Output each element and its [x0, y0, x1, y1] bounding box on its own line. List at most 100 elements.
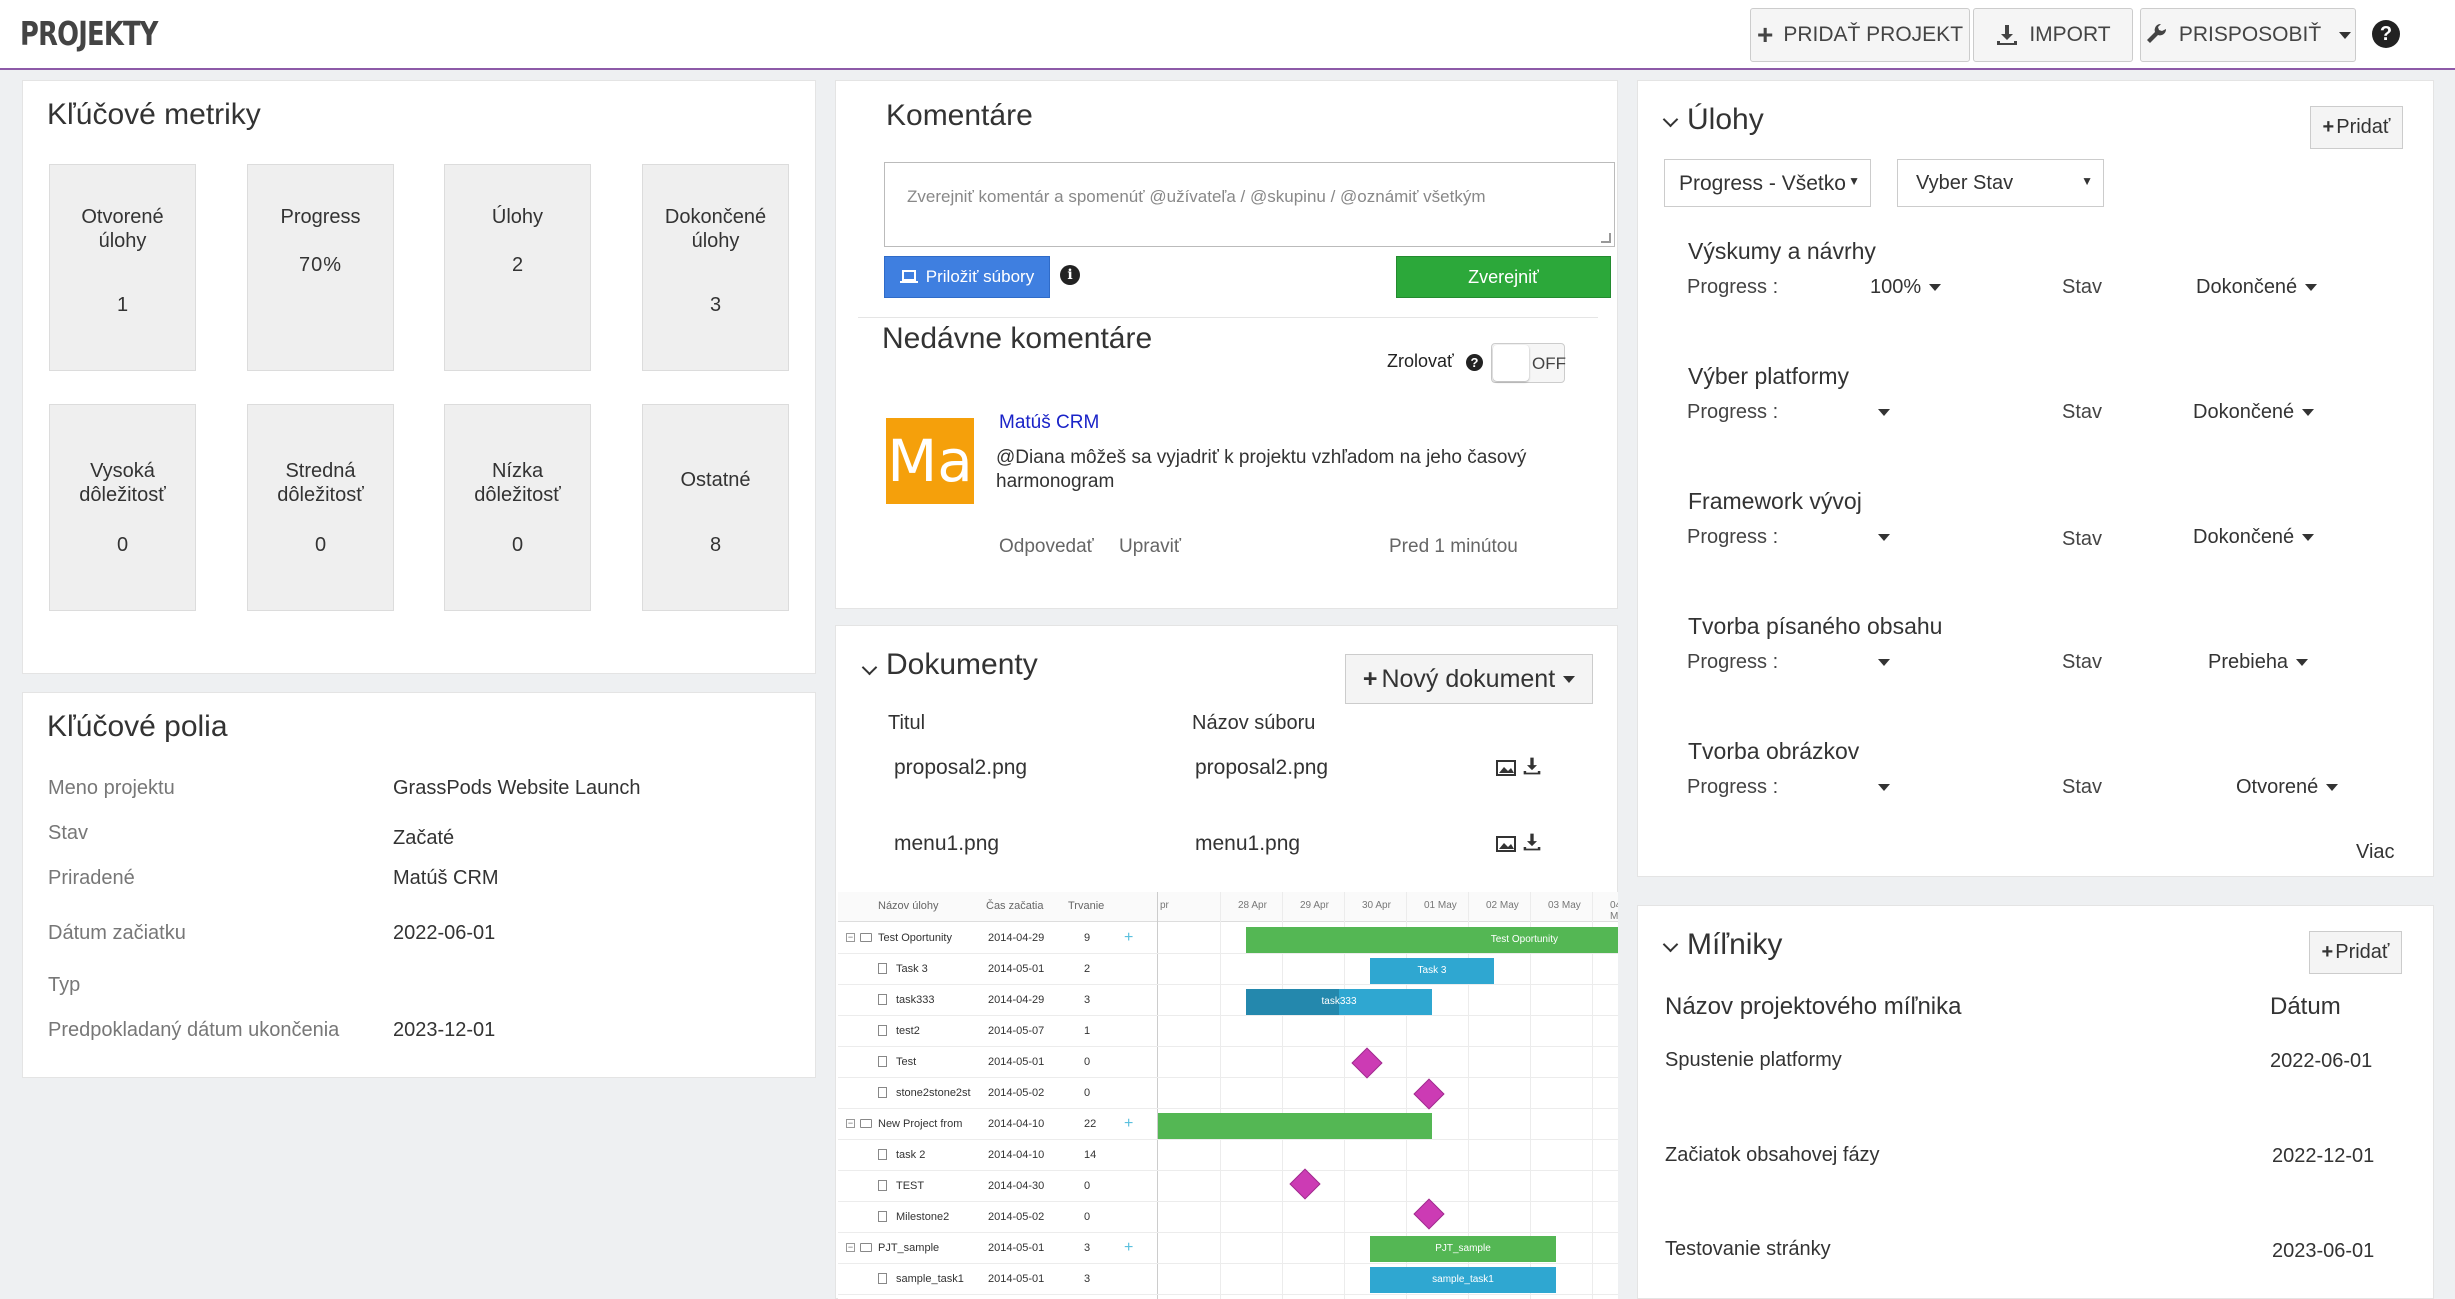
edit-link[interactable]: Upraviť — [1119, 536, 1181, 558]
gantt-bar[interactable] — [1158, 1113, 1432, 1139]
milestone-date: 2022-12-01 — [2272, 1145, 2375, 1167]
gantt-task-duration: 0 — [1084, 1211, 1091, 1223]
gantt-task-duration: 2 — [1084, 963, 1091, 975]
gantt-row[interactable]: − + Test Oportunity 2014-04-29 9 — [838, 923, 1158, 954]
gantt-task-start: 2014-05-02 — [988, 1211, 1045, 1223]
gantt-row[interactable]: sample_task1 2014-05-01 3 — [838, 1264, 1158, 1295]
gantt-row[interactable]: Milestone2 2014-05-02 0 — [838, 1202, 1158, 1233]
key-metrics-panel: Kľúčové metriky Otvorené úlohy 1 Progress 7… — [22, 80, 816, 674]
comment-input[interactable]: Zverejniť komentár a spomenúť @užívateľa… — [884, 162, 1615, 247]
comments-panel: Komentáre Zverejniť komentár a spomenúť … — [835, 80, 1618, 609]
gantt-row[interactable]: Task 3 2014-05-01 2 — [838, 954, 1158, 985]
add-project-button[interactable]: + PRIDAŤ PROJEKT — [1750, 8, 1970, 62]
chevron-down-icon[interactable] — [1662, 111, 1679, 128]
customize-button[interactable]: PRISPOSOBIŤ — [2140, 8, 2356, 62]
download-icon[interactable] — [1522, 756, 1542, 781]
download-icon[interactable] — [1522, 832, 1542, 857]
doc-file[interactable]: menu1.png — [1195, 832, 1300, 856]
add-subtask-icon[interactable]: + — [1124, 1239, 1133, 1257]
file-icon — [878, 1180, 887, 1191]
task-name[interactable]: Výber platformy — [1688, 363, 1849, 390]
collapse-toggle-icon[interactable]: − — [846, 933, 855, 942]
more-link[interactable]: Viac — [2356, 841, 2395, 864]
image-icon[interactable] — [1496, 759, 1516, 782]
add-subtask-icon[interactable]: + — [1124, 929, 1133, 947]
status-filter-select[interactable]: Vyber Stav ▼ — [1897, 159, 2104, 207]
metric-value: 70% — [298, 254, 343, 276]
milestone-name[interactable]: Testovanie stránky — [1665, 1238, 1831, 1261]
gantt-bar[interactable]: task333 — [1246, 989, 1432, 1015]
collapse-toggle-icon[interactable]: − — [846, 1243, 855, 1252]
plus-icon: + — [1362, 664, 1378, 693]
task-progress-select[interactable] — [1878, 526, 1968, 549]
gantt-milestone[interactable] — [1351, 1047, 1383, 1079]
task-name[interactable]: Framework vývoj — [1688, 488, 1862, 515]
attach-files-button[interactable]: Priložiť súbory — [884, 256, 1050, 298]
milestone-name[interactable]: Začiatok obsahovej fázy — [1665, 1144, 1880, 1167]
comments-title: Komentáre — [886, 99, 1033, 132]
gantt-row[interactable]: stone2stone2st 2014-05-02 0 — [838, 1078, 1158, 1109]
gantt-milestone[interactable] — [1289, 1168, 1321, 1200]
gantt-chart[interactable]: Názov úlohy Čas začatia Trvanie pr 28 Apr… — [838, 892, 1618, 1299]
gantt-bar[interactable]: PJT_sample — [1370, 1236, 1556, 1262]
chevron-down-icon[interactable] — [861, 659, 878, 676]
gantt-milestone[interactable] — [1413, 1078, 1445, 1110]
task-status-select[interactable]: Dokončené — [2196, 276, 2318, 299]
task-progress-label: Progress : — [1687, 776, 1779, 798]
help-icon[interactable]: ? — [2372, 20, 2400, 48]
gantt-row[interactable]: Test 2014-05-01 0 — [838, 1047, 1158, 1078]
gantt-row[interactable]: − + PJT_sample 2014-05-01 3 — [838, 1233, 1158, 1264]
gantt-bar[interactable]: Test Oportunity — [1246, 927, 1618, 953]
new-document-button[interactable]: + Nový dokument — [1345, 654, 1593, 704]
comment-author[interactable]: Matúš CRM — [999, 412, 1099, 434]
add-milestone-button[interactable]: + Pridať — [2309, 931, 2402, 974]
task-name[interactable]: Tvorba obrázkov — [1688, 738, 1859, 765]
doc-title[interactable]: proposal2.png — [894, 756, 1027, 780]
gantt-row[interactable]: task 2 2014-04-10 14 — [838, 1140, 1158, 1171]
task-progress-select[interactable] — [1878, 776, 1968, 799]
info-icon[interactable]: i — [1060, 265, 1080, 285]
task-progress-select[interactable] — [1878, 651, 1968, 674]
task-status-select[interactable]: Otvorené — [2236, 776, 2339, 799]
gantt-task-start: 2014-04-30 — [988, 1180, 1045, 1192]
gantt-row[interactable]: test2 2014-05-07 1 — [838, 1016, 1158, 1047]
image-icon[interactable] — [1496, 835, 1516, 858]
gantt-row[interactable]: task333 2014-04-29 3 — [838, 985, 1158, 1016]
gantt-row[interactable]: − + New Project from 2014-04-10 22 — [838, 1109, 1158, 1140]
task-status-select[interactable]: Prebieha — [2208, 651, 2309, 674]
download-icon — [1997, 25, 2018, 45]
doc-file[interactable]: proposal2.png — [1195, 756, 1328, 780]
add-subtask-icon[interactable]: + — [1124, 1115, 1133, 1133]
add-task-button[interactable]: + Pridať — [2310, 106, 2403, 149]
task-progress-select[interactable]: 100% — [1870, 276, 1960, 299]
reply-link[interactable]: Odpovedať — [999, 536, 1094, 558]
milestone-name[interactable]: Spustenie platformy — [1665, 1049, 1842, 1072]
gantt-bar[interactable]: Task 3 — [1370, 958, 1494, 984]
resize-handle[interactable] — [1601, 233, 1611, 243]
gantt-task-start: 2014-05-01 — [988, 1273, 1045, 1285]
publish-button[interactable]: Zverejniť — [1396, 256, 1611, 298]
chevron-down-icon — [1563, 675, 1576, 683]
import-button[interactable]: IMPORT — [1973, 8, 2133, 62]
gantt-row[interactable]: TEST 2014-04-30 0 — [838, 1171, 1158, 1202]
collapse-toggle[interactable]: OFF — [1491, 343, 1566, 383]
gantt-date-label: pr — [1160, 900, 1169, 911]
progress-filter-select[interactable]: Progress - Všetko ▼ — [1664, 159, 1871, 207]
gantt-bar[interactable]: sample_task1 — [1370, 1267, 1556, 1293]
task-status-select[interactable]: Dokončené — [2193, 526, 2315, 549]
task-status-select[interactable]: Dokončené — [2193, 401, 2315, 424]
task-progress-select[interactable] — [1878, 401, 1968, 424]
metric-value: 2 — [511, 254, 524, 276]
key-fields-title: Kľúčové polia — [47, 710, 228, 743]
collapse-toggle-icon[interactable]: − — [846, 1119, 855, 1128]
doc-title[interactable]: menu1.png — [894, 832, 999, 856]
wrench-icon — [2146, 23, 2166, 43]
gantt-task-name: task 2 — [896, 1149, 926, 1161]
field-label-assigned: Priradené — [48, 867, 135, 889]
field-value-end-date: 2023-12-01 — [393, 1019, 496, 1041]
chevron-down-icon[interactable] — [1662, 936, 1679, 953]
gantt-date-label: 02 May — [1486, 900, 1519, 911]
gantt-milestone[interactable] — [1413, 1198, 1445, 1230]
task-name[interactable]: Výskumy a návrhy — [1688, 238, 1876, 265]
task-name[interactable]: Tvorba písaného obsahu — [1688, 613, 1942, 640]
